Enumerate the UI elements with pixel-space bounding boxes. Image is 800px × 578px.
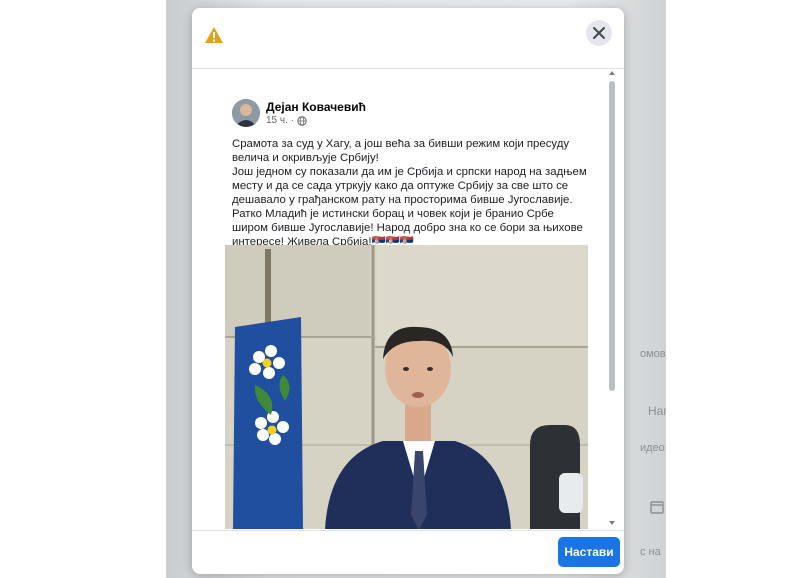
post-preview-dialog: Дејан Ковачевић 15 ч. · Срамота за суд у…	[192, 8, 624, 574]
scrollbar[interactable]	[608, 71, 616, 525]
post-content-area[interactable]: Дејан Ковачевић 15 ч. · Срамота за суд у…	[192, 69, 624, 529]
post-paragraph: Срамота за суд у Хагу, а још већа за бив…	[232, 138, 570, 164]
post-text: Срамота за суд у Хагу, а још већа за бив…	[232, 137, 587, 249]
post-time[interactable]: 15 ч. ·	[266, 115, 294, 126]
background-text: Наг	[648, 404, 666, 418]
globe-icon	[297, 115, 307, 126]
scroll-down-icon	[609, 521, 615, 525]
scroll-thumb[interactable]	[609, 81, 615, 391]
calendar-icon	[650, 501, 664, 514]
post-photo	[225, 245, 588, 529]
background-text: омовиц	[640, 348, 666, 360]
post-paragraph: Ратко Младић је истински борац и човек к…	[232, 208, 583, 248]
avatar-image	[232, 99, 260, 127]
avatar[interactable]	[232, 99, 260, 127]
post-author[interactable]: Дејан Ковачевић	[266, 100, 366, 114]
background-text: идео	[640, 442, 665, 454]
scroll-up-icon	[609, 71, 615, 75]
warning-icon	[205, 27, 223, 43]
dialog-footer: Настави	[192, 530, 624, 574]
post-image[interactable]	[225, 245, 588, 529]
next-button[interactable]: Настави	[558, 537, 620, 567]
close-button[interactable]	[586, 20, 612, 46]
post-meta: 15 ч. ·	[266, 115, 307, 126]
post-paragraph: Још једном су показали да им је Србија и…	[232, 166, 587, 206]
close-icon	[593, 27, 605, 39]
background-text: с на	[640, 546, 661, 558]
dialog-header	[192, 8, 624, 69]
